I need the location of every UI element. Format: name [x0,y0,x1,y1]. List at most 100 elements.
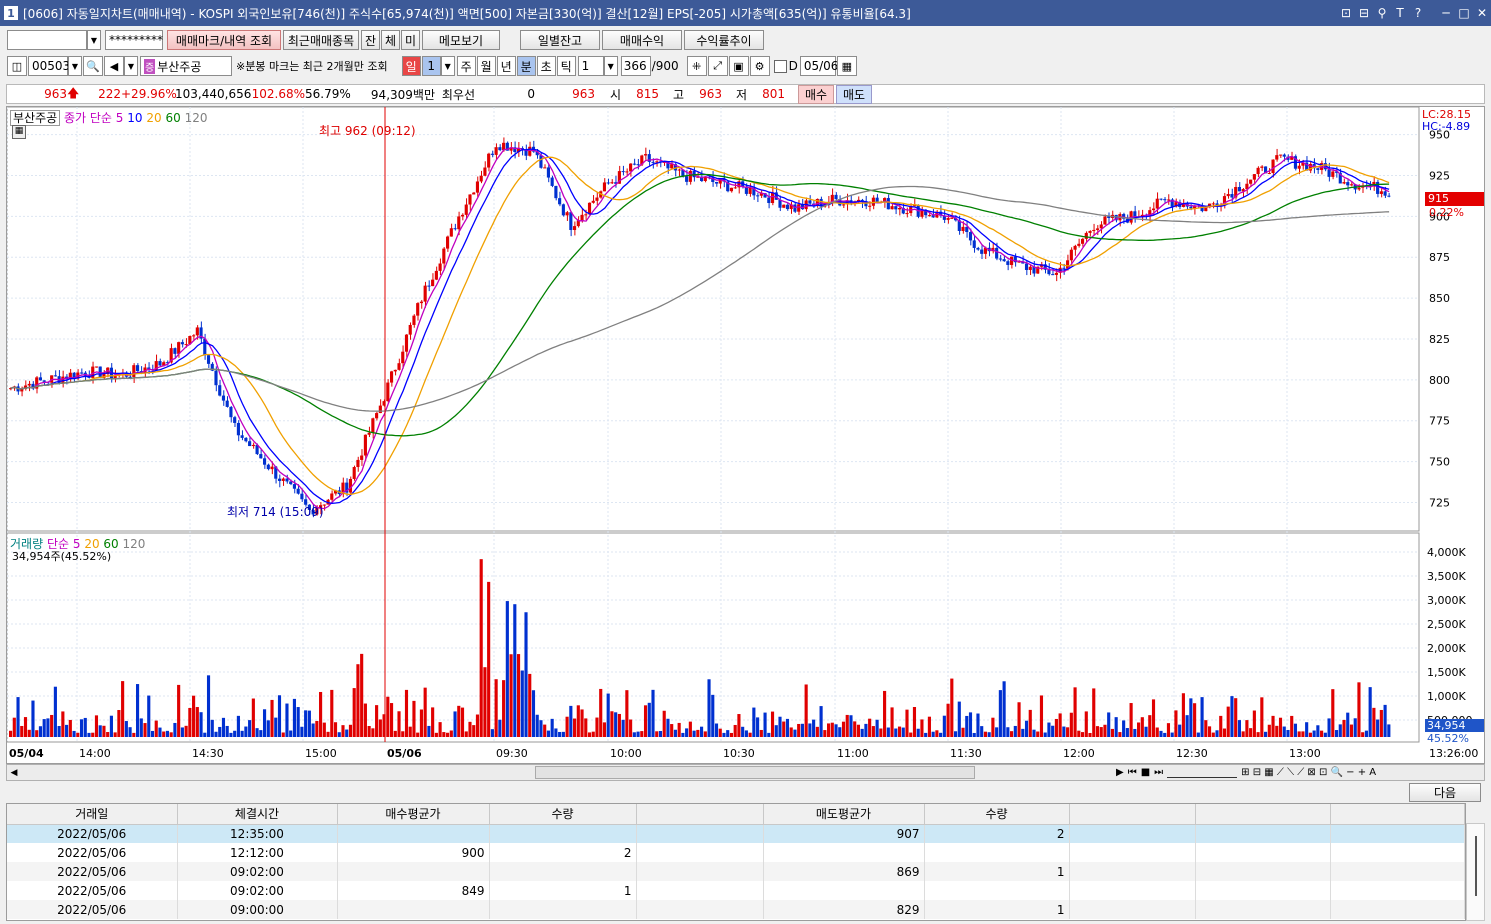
candle-body [770,192,775,204]
volume-bar [797,723,801,737]
table-row[interactable]: 2022/05/06 09:02:00 869 1 [7,862,1465,881]
stock-code-input[interactable]: 005030 [28,56,78,76]
return-trend-button[interactable]: 수익률추이 [684,30,764,50]
calendar-icon[interactable]: ▦ [836,56,857,76]
table-cell: 09:00:00 [177,900,338,919]
chevron-down-icon[interactable]: ▼ [124,56,138,76]
period-day[interactable]: 일 [401,56,421,76]
candle-body [636,164,640,166]
col-sell-avg[interactable]: 매도평균가 [763,804,925,825]
stop-icon[interactable]: ■ [1141,767,1150,778]
sell-button[interactable]: 매도 [836,84,872,104]
candle-body [558,198,562,205]
candle-body [218,385,222,396]
maximize-button[interactable]: □ [1455,6,1473,20]
table-icon[interactable]: ▦ [12,125,26,139]
col-exec-time[interactable]: 체결시간 [177,804,338,825]
balance-button[interactable]: 잔 [361,30,380,50]
table-cell [1195,843,1331,862]
candle-body [236,422,240,436]
date-checkbox[interactable] [773,59,787,73]
chart-scrollbar[interactable]: ◀ ▶ ⏮ ■ ⏭ ⊞ ⊟ ▦ ⟋ ⟍ ⟋ ⊠ ⊡ 🔍 − + A [6,764,1485,781]
table-row[interactable]: 2022/05/06 09:00:00 829 1 [7,900,1465,919]
volume-bar [658,731,663,737]
pin-icon[interactable]: ⚲ [1373,6,1391,20]
memo-button[interactable]: 메모보기 [422,30,500,50]
volume-bar [602,722,607,737]
vol-tick-label: 1,000K [1427,690,1466,703]
volume-bar [397,711,401,737]
help-icon[interactable]: ? [1409,6,1427,20]
filled-button[interactable]: 체 [381,30,400,50]
save-icon[interactable]: ▣ [728,56,749,76]
scroll-thumb[interactable] [1475,836,1477,896]
chevron-down-icon[interactable]: ▼ [603,56,618,76]
recent-trades-button[interactable]: 최근매매종목 [283,30,359,50]
volume-bar [1051,725,1055,737]
price-volume-chart[interactable]: 05/04 14:00 14:30 15:00 05/06 09:30 10:00 10:30… [7,107,1484,763]
link-icon[interactable]: ⊡ [1337,6,1355,20]
account-input[interactable] [7,30,87,50]
table-row[interactable]: 2022/05/06 12:12:00 900 2 [7,843,1465,862]
period-minute[interactable]: 분 [516,56,536,76]
window-group-icon[interactable]: ⊟ [1355,6,1373,20]
date-input[interactable]: 05/06 [799,56,838,76]
password-input[interactable]: ********* [105,30,163,50]
gear-icon[interactable]: ⚙ [749,56,770,76]
layout-icon[interactable]: ◫ [7,56,27,76]
unfilled-button[interactable]: 미 [401,30,420,50]
next-button[interactable]: 다음 [1409,783,1481,802]
chevron-down-icon[interactable]: ▼ [68,56,82,76]
col-trade-date[interactable]: 거래일 [7,804,178,825]
volume-bar [423,687,427,737]
volume-bar [826,723,831,737]
tool-icons[interactable]: ⊞ ⊟ ▦ ⟋ ⟍ ⟋ ⊠ ⊡ 🔍 − + A [1241,767,1376,778]
col-buy-qty[interactable]: 수량 [489,804,637,825]
forward-icon[interactable]: ⏭ [1154,767,1163,778]
unit-input[interactable]: 1 [577,56,604,76]
table-row[interactable]: 2022/05/06 09:02:00 849 1 [7,881,1465,900]
trade-mark-query-button[interactable]: 매매마크/내역 조회 [167,30,281,50]
close-button[interactable]: ✕ [1473,6,1491,20]
period-day-count[interactable]: 1 [421,56,441,76]
period-week[interactable]: 주 [456,56,476,76]
col-buy-avg[interactable]: 매수평균가 [337,804,490,825]
table-row[interactable]: 2022/05/06 12:35:00 907 2 [7,824,1465,843]
scroll-controls[interactable]: ▶ ⏮ ■ ⏭ ⊞ ⊟ ▦ ⟋ ⟍ ⟋ ⊠ ⊡ 🔍 − + A [1116,767,1376,778]
period-tick[interactable]: 틱 [556,56,576,76]
period-year[interactable]: 년 [496,56,516,76]
candle-body [1252,174,1256,180]
table-cell [489,824,637,843]
chevron-down-icon[interactable]: ▼ [440,56,455,76]
search-icon[interactable]: 🔍 [83,56,103,76]
chart-area[interactable]: 05/04 14:00 14:30 15:00 05/06 09:30 10:00 10:30… [6,106,1485,764]
indicator-icon[interactable]: ⁜ [686,56,707,76]
col-sell-qty[interactable]: 수량 [924,804,1070,825]
volume-bar [1080,732,1085,737]
play-icon[interactable]: ▶ [1116,767,1124,778]
volume-bar [16,697,20,737]
zoom-slider[interactable] [1167,767,1238,778]
period-second[interactable]: 초 [536,56,556,76]
scroll-left-icon[interactable]: ◀ [7,768,21,778]
candle-body [584,214,588,216]
count-input[interactable]: 366 [620,56,651,76]
font-icon[interactable]: T [1391,6,1409,20]
change-rate: +29.96% [121,87,177,101]
grid-scrollbar[interactable] [1466,823,1485,921]
daily-balance-button[interactable]: 일별잔고 [520,30,600,50]
volume-bar [442,732,446,737]
trade-profit-button[interactable]: 매매수익 [602,30,682,50]
buy-button[interactable]: 매수 [798,84,834,104]
volume-bar [707,679,711,737]
speaker-icon[interactable]: ◀ [104,56,124,76]
chevron-down-icon[interactable]: ▼ [87,30,101,50]
minimize-button[interactable]: ─ [1437,6,1455,20]
rewind-icon[interactable]: ⏮ [1128,767,1137,778]
draw-icon[interactable]: ⤢ [707,56,728,76]
best-value: 0 [527,87,535,101]
scroll-thumb[interactable] [535,766,975,779]
volume-bar [991,717,995,737]
period-month[interactable]: 월 [476,56,496,76]
ma20-line [10,156,1390,495]
